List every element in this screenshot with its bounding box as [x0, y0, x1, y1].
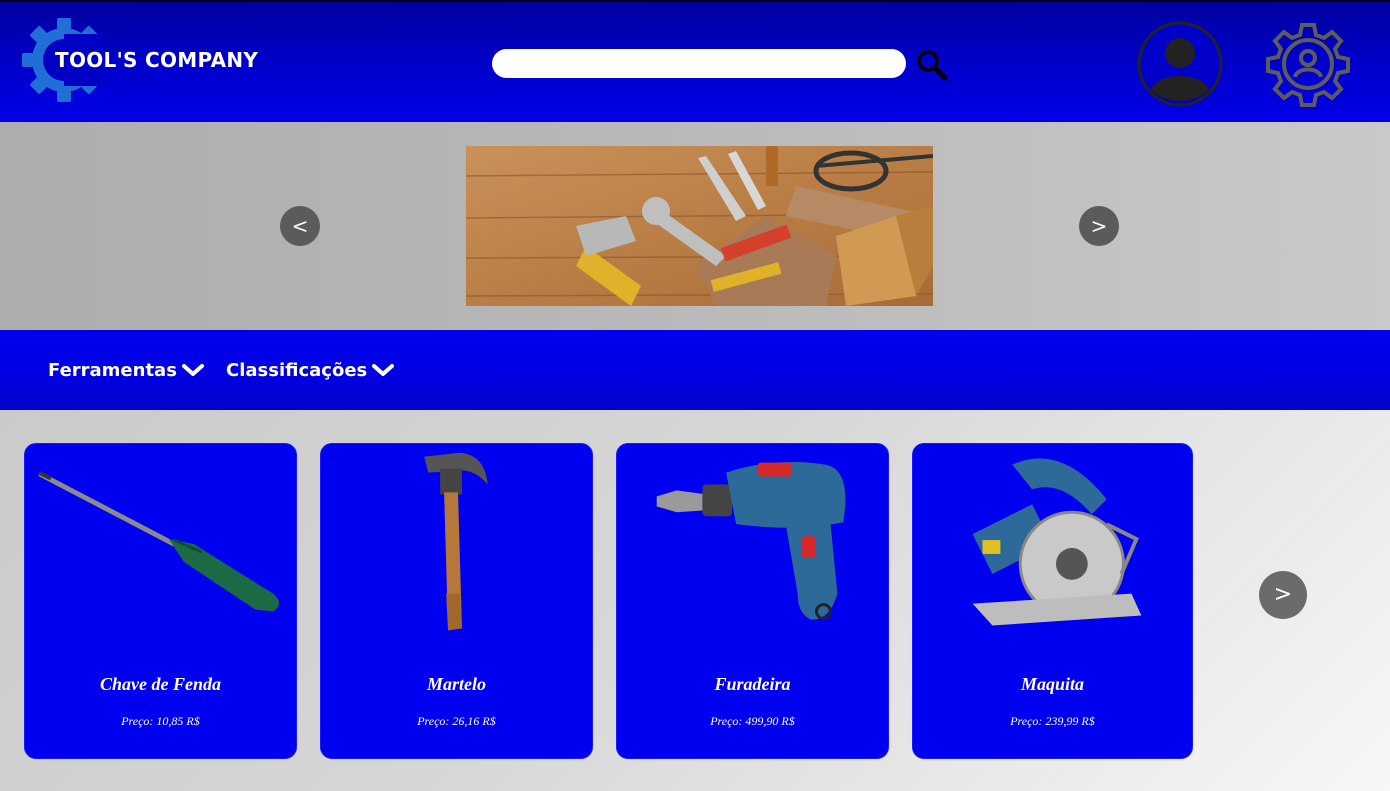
nav-classificacoes-label: Classificações [226, 359, 368, 381]
nav-ferramentas[interactable]: Ferramentas [48, 356, 205, 384]
product-price: Preço: 499,90 R$ [710, 714, 795, 728]
nav-classificacoes[interactable]: Classificações [226, 356, 395, 384]
search-icon[interactable] [915, 48, 949, 82]
chevron-down-icon [181, 364, 204, 376]
product-price: Preço: 239,99 R$ [1010, 714, 1095, 728]
product-card-chave-de-fenda[interactable]: Chave de Fenda Preço: 10,85 R$ [24, 443, 297, 759]
products-next-button[interactable]: > [1259, 571, 1307, 619]
screwdriver-image [38, 470, 280, 612]
search-input[interactable] [492, 49, 906, 78]
product-card-furadeira[interactable]: Furadeira Preço: 499,90 R$ [616, 443, 889, 759]
banner-carousel: < > [0, 122, 1390, 330]
user-icon[interactable] [1137, 21, 1223, 107]
hammer-image [424, 452, 488, 631]
product-price: Preço: 10,85 R$ [121, 714, 200, 728]
drill-image [656, 461, 846, 620]
product-name: Martelo [426, 674, 486, 694]
product-name: Furadeira [714, 674, 791, 694]
product-price: Preço: 26,16 R$ [417, 714, 496, 728]
banner-next-button[interactable]: > [1079, 206, 1119, 246]
product-name: Maquita [1020, 674, 1085, 694]
chevron-down-icon [372, 364, 395, 376]
header-bar: TOOL'S COMPANY [0, 0, 1390, 122]
user-gear-icon[interactable] [1265, 21, 1351, 107]
banner-prev-button[interactable]: < [280, 206, 320, 246]
circular-saw-image [972, 458, 1142, 626]
company-logo[interactable]: TOOL'S COMPANY [22, 18, 282, 102]
logo-text: TOOL'S COMPANY [55, 48, 259, 72]
product-card-martelo[interactable]: Martelo Preço: 26,16 R$ [320, 443, 593, 759]
tools-banner-image [466, 146, 933, 306]
category-nav: Ferramentas Classificações [0, 330, 1390, 410]
product-name: Chave de Fenda [100, 674, 221, 694]
product-card-maquita[interactable]: Maquita Preço: 239,99 R$ [912, 443, 1193, 759]
nav-ferramentas-label: Ferramentas [48, 359, 177, 381]
